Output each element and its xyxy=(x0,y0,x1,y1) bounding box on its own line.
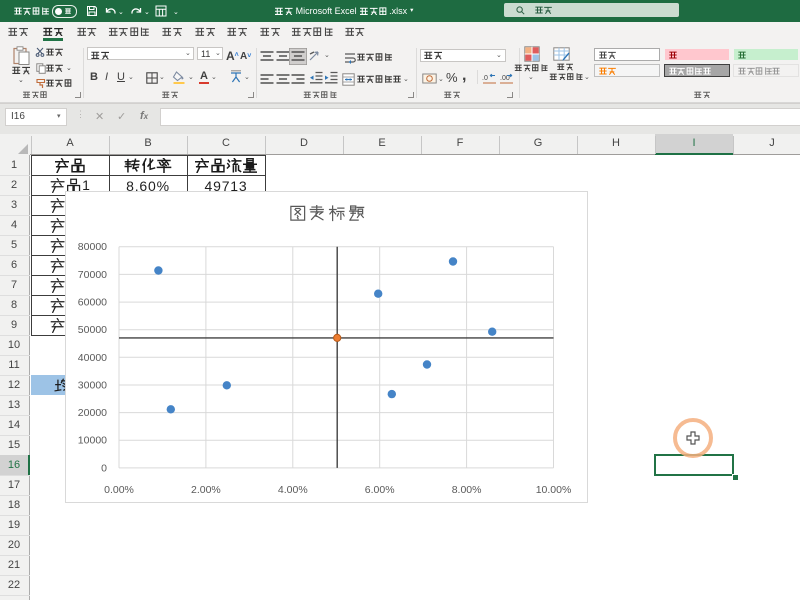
svg-text:20000: 20000 xyxy=(78,407,107,419)
svg-text:2.00%: 2.00% xyxy=(191,484,221,496)
svg-text:8.00%: 8.00% xyxy=(452,484,482,496)
svg-text:70000: 70000 xyxy=(78,268,107,280)
svg-text:.00: .00 xyxy=(500,75,510,82)
svg-text:10000: 10000 xyxy=(78,434,107,446)
svg-text:80000: 80000 xyxy=(78,241,107,253)
svg-text:30000: 30000 xyxy=(78,379,107,391)
svg-text:0.00%: 0.00% xyxy=(104,484,134,496)
svg-text:.0: .0 xyxy=(482,75,488,82)
svg-text:60000: 60000 xyxy=(78,296,107,308)
svg-text:40000: 40000 xyxy=(78,351,107,363)
svg-text:10.00%: 10.00% xyxy=(536,484,572,496)
svg-text:6.00%: 6.00% xyxy=(365,484,395,496)
svg-text:4.00%: 4.00% xyxy=(278,484,308,496)
svg-text:0: 0 xyxy=(101,462,107,474)
svg-text:50000: 50000 xyxy=(78,324,107,336)
